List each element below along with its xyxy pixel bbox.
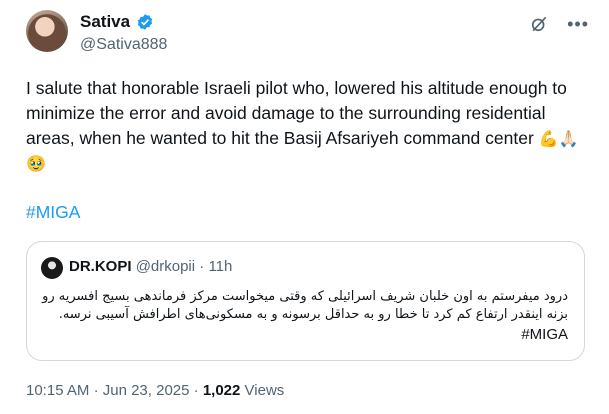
author-avatar[interactable] [26, 10, 68, 52]
quoted-tweet-text: درود میفرستم به اون خلبان شریف اسرائیلی … [42, 289, 568, 322]
author-handle[interactable]: @Sativa888 [80, 36, 167, 54]
author-name[interactable]: Sativa [80, 12, 130, 32]
tweet-text: I salute that honorable Israeli pilot wh… [26, 78, 567, 148]
footer-separator: · [93, 382, 99, 399]
tweet-time-link[interactable]: 10:15 AM [26, 382, 89, 399]
quoted-tweet-header: DR.KOPI @drkopii · 11h [69, 258, 232, 275]
tweet-date-link[interactable]: Jun 23, 2025 [103, 382, 190, 399]
quoted-hashtag-link[interactable]: #MIGA [38, 326, 568, 344]
quoted-author-name: DR.KOPI [69, 258, 132, 275]
tweet-footer: 10:15 AM · Jun 23, 2025 · 1,022 Views [26, 382, 284, 399]
views-label: Views [244, 382, 285, 399]
more-icon[interactable]: ••• [567, 15, 589, 33]
quoted-time: 11h [208, 258, 233, 275]
quoted-author-avatar [41, 257, 63, 279]
views-count: 1,022 [202, 382, 241, 399]
author-name-row[interactable]: Sativa [80, 12, 154, 32]
tweet-hashtag-link[interactable]: #MIGA [26, 202, 80, 223]
verified-badge-icon [137, 14, 153, 30]
quoted-tweet-card[interactable]: DR.KOPI @drkopii · 11h درود میفرستم به ا… [26, 241, 585, 361]
quoted-author-handle: @drkopii [135, 258, 196, 275]
grok-icon[interactable] [529, 14, 549, 34]
tweet-body: I salute that honorable Israeli pilot wh… [26, 76, 586, 176]
tweet-actions-top: ••• [529, 14, 589, 34]
quoted-separator: · [199, 258, 205, 275]
quoted-tweet-text-block: درود میفرستم به اون خلبان شریف اسرائیلی … [38, 288, 568, 344]
footer-separator-2: · [193, 382, 199, 399]
